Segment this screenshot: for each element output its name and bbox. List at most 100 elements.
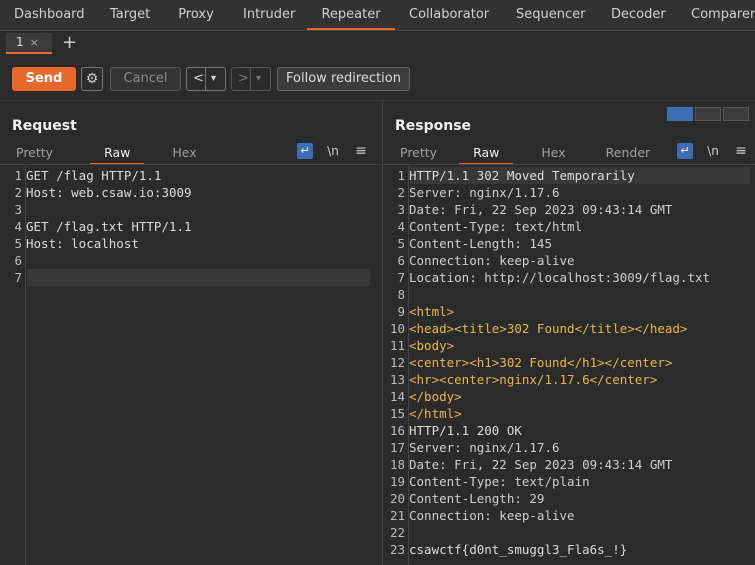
- line-number: 2: [397, 185, 405, 200]
- response-editor[interactable]: 1 HTTP/1.1 302 Moved Temporarily 2 Server: …: [383, 167, 755, 558]
- nav-tab-collaborator[interactable]: Collaborator: [395, 0, 502, 30]
- request-line: 7: [0, 269, 381, 286]
- back-dropdown-icon[interactable]: ▾: [205, 68, 216, 90]
- forward-arrow-icon: >: [238, 71, 249, 86]
- response-line: 5 Content-Length: 145: [383, 235, 755, 252]
- line-text: HTTP/1.1 200 OK: [409, 423, 522, 438]
- line-number: 10: [389, 321, 405, 336]
- response-line: 2 Server: nginx/1.17.6: [383, 184, 755, 201]
- response-line: 11 <body>: [383, 337, 755, 354]
- response-line: 23 csawctf{d0nt_smuggl3_Fla6s_!}: [383, 541, 755, 558]
- request-editor[interactable]: 1 GET /flag HTTP/1.1 2 Host: web.csaw.io:30…: [0, 167, 381, 286]
- response-tab-render[interactable]: Render: [606, 143, 651, 165]
- toolbar: Send ⚙ Cancel < ▾ > ▾ Follow redirection: [0, 56, 755, 101]
- response-line: 6 Connection: keep-alive: [383, 252, 755, 269]
- response-line: 4 Content-Type: text/html: [383, 218, 755, 235]
- repeater-tab-1[interactable]: 1 ×: [6, 33, 52, 54]
- line-text: <head><title>302 Found</title></head>: [409, 321, 688, 336]
- response-line: 7 Location: http://localhost:3009/flag.tx…: [383, 269, 755, 286]
- response-tab-hex[interactable]: Hex: [541, 143, 565, 165]
- response-view-tabs: Pretty Raw Hex Render: [400, 143, 650, 165]
- add-tab-icon[interactable]: +: [62, 30, 77, 56]
- response-line: 10 <head><title>302 Found</title></head>: [383, 320, 755, 337]
- line-number: 14: [389, 389, 405, 404]
- line-number: 4: [397, 219, 405, 234]
- nav-tab-proxy[interactable]: Proxy: [163, 0, 229, 30]
- line-number: 16: [389, 423, 405, 438]
- line-number: 12: [389, 355, 405, 370]
- back-arrow-icon: <: [193, 71, 204, 86]
- response-line: 15 </html>: [383, 405, 755, 422]
- request-tab-pretty[interactable]: Pretty: [16, 143, 53, 165]
- show-newlines-icon[interactable]: \n: [705, 143, 721, 159]
- settings-gear-icon[interactable]: ⚙: [81, 67, 103, 91]
- line-text: Date: Fri, 22 Sep 2023 09:43:14 GMT: [409, 202, 673, 217]
- request-tab-raw[interactable]: Raw: [90, 143, 145, 165]
- line-number: 7: [397, 270, 405, 285]
- line-text: GET /flag.txt HTTP/1.1: [26, 219, 192, 234]
- response-line: 18 Date: Fri, 22 Sep 2023 09:43:14 GMT: [383, 456, 755, 473]
- line-text: Location: http://localhost:3009/flag.txt: [409, 270, 711, 285]
- line-text: GET /flag HTTP/1.1: [26, 168, 162, 183]
- response-line: 16 HTTP/1.1 200 OK: [383, 422, 755, 439]
- word-wrap-icon[interactable]: ↵: [677, 143, 693, 159]
- line-text: <body>: [409, 338, 455, 353]
- word-wrap-icon[interactable]: ↵: [297, 143, 313, 159]
- line-number: 20: [389, 491, 405, 506]
- line-number: 6: [397, 253, 405, 268]
- follow-redirection-button[interactable]: Follow redirection: [277, 67, 410, 91]
- send-button[interactable]: Send: [12, 67, 76, 91]
- line-number: 6: [14, 253, 22, 268]
- response-tab-raw[interactable]: Raw: [459, 143, 514, 165]
- line-text: Host: web.csaw.io:3009: [26, 185, 192, 200]
- line-text: HTTP/1.1 302 Moved Temporarily: [409, 168, 635, 183]
- response-tab-pretty[interactable]: Pretty: [400, 143, 437, 165]
- nav-tab-comparer[interactable]: Comparer: [677, 0, 755, 30]
- line-number: 15: [389, 406, 405, 421]
- nav-tab-sequencer[interactable]: Sequencer: [502, 0, 597, 30]
- nav-tab-decoder[interactable]: Decoder: [597, 0, 677, 30]
- menu-icon[interactable]: ≡: [733, 143, 749, 159]
- line-number: 9: [397, 304, 405, 319]
- line-number: 1: [397, 168, 405, 183]
- layout-toggle: [667, 107, 751, 121]
- forward-dropdown-icon[interactable]: ▾: [250, 68, 261, 90]
- line-text: Connection: keep-alive: [409, 253, 575, 268]
- top-nav: Dashboard Target Proxy Intruder Repeater Coll…: [0, 0, 755, 31]
- menu-icon[interactable]: ≡: [353, 143, 369, 159]
- line-number: 3: [14, 202, 22, 217]
- request-line: 5 Host: localhost: [0, 235, 381, 252]
- request-line: 3: [0, 201, 381, 218]
- show-newlines-icon[interactable]: \n: [325, 143, 341, 159]
- repeater-tab-bar: 1 ×: [0, 31, 755, 56]
- line-text: <hr><center>nginx/1.17.6</center>: [409, 372, 658, 387]
- layout-tabs-icon[interactable]: [723, 107, 749, 121]
- request-line: 6: [0, 252, 381, 269]
- forward-button[interactable]: > ▾: [231, 67, 271, 91]
- nav-tab-dashboard[interactable]: Dashboard: [0, 0, 96, 30]
- line-number: 5: [397, 236, 405, 251]
- layout-stacked-icon[interactable]: [695, 107, 721, 121]
- request-line: 2 Host: web.csaw.io:3009: [0, 184, 381, 201]
- nav-tab-intruder[interactable]: Intruder: [229, 0, 307, 30]
- cancel-button[interactable]: Cancel: [110, 67, 181, 91]
- line-text: Host: localhost: [26, 236, 139, 251]
- line-number: 18: [389, 457, 405, 472]
- request-tab-hex[interactable]: Hex: [172, 143, 196, 165]
- response-line: 12 <center><h1>302 Found</h1></center>: [383, 354, 755, 371]
- repeater-tab-label: 1: [16, 35, 24, 49]
- response-line: 1 HTTP/1.1 302 Moved Temporarily: [383, 167, 755, 184]
- request-title: Request: [12, 118, 77, 134]
- line-number: 22: [389, 525, 405, 540]
- nav-tab-target[interactable]: Target: [96, 0, 163, 30]
- layout-side-by-side-icon[interactable]: [667, 107, 693, 121]
- back-button[interactable]: < ▾: [186, 67, 226, 91]
- line-number: 3: [397, 202, 405, 217]
- response-line: 20 Content-Length: 29: [383, 490, 755, 507]
- response-line: 14 </body>: [383, 388, 755, 405]
- response-line: 3 Date: Fri, 22 Sep 2023 09:43:14 GMT: [383, 201, 755, 218]
- response-line: 22: [383, 524, 755, 541]
- close-icon[interactable]: ×: [30, 36, 39, 49]
- line-number: 7: [14, 270, 22, 285]
- nav-tab-repeater[interactable]: Repeater: [307, 0, 395, 30]
